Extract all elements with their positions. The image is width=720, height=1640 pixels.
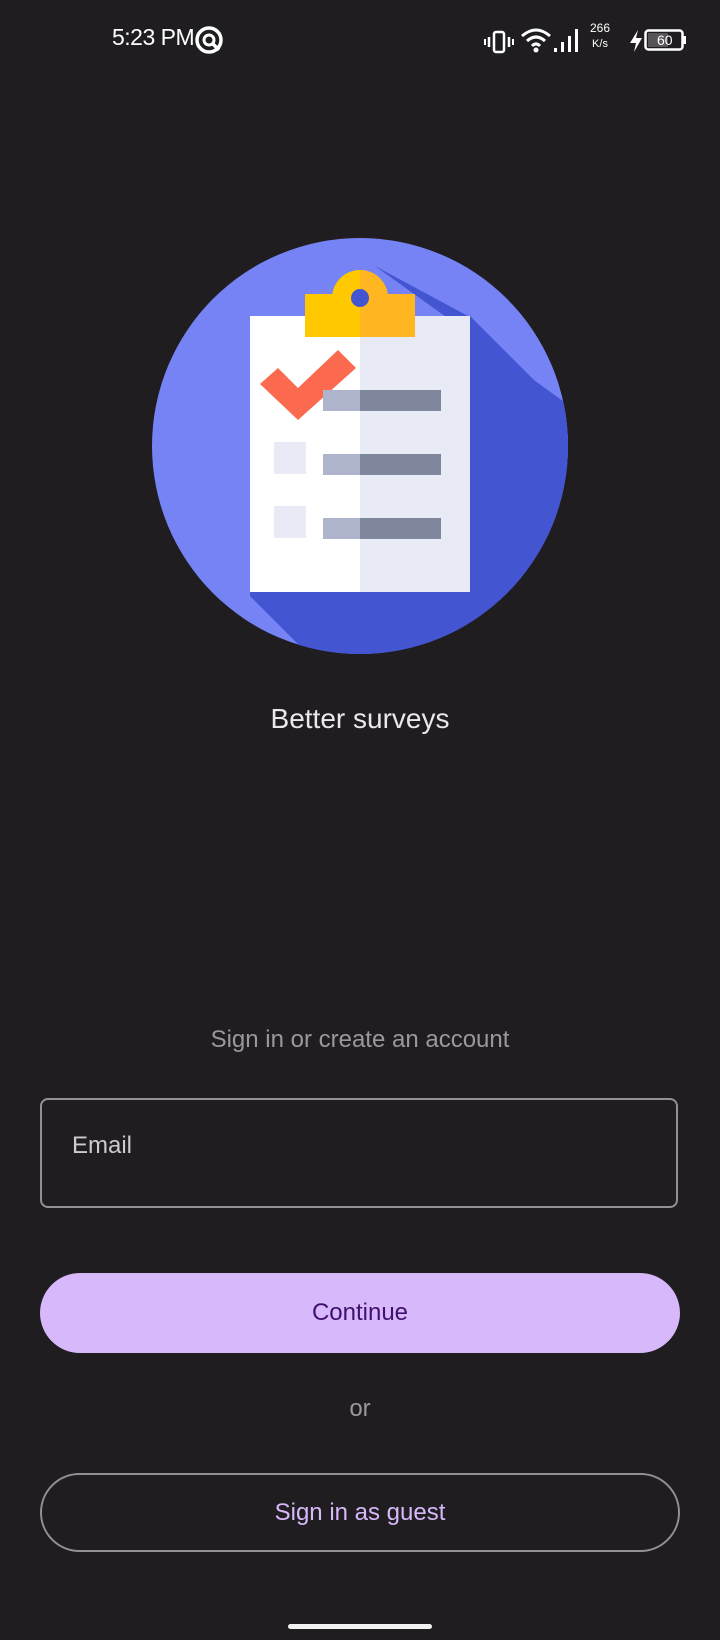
sign-in-prompt: Sign in or create an account — [210, 1026, 510, 1053]
status-bar: 5:23 PM 266 K/s 60 — [0, 0, 720, 80]
sign-in-guest-button[interactable]: Sign in as guest — [40, 1473, 680, 1552]
email-placeholder: Email — [72, 1132, 133, 1159]
net-speed-unit: K/s — [592, 38, 608, 50]
home-indicator[interactable] — [288, 1624, 432, 1629]
email-field[interactable]: Email — [40, 1098, 678, 1208]
status-time: 5:23 PM — [112, 24, 195, 50]
or-divider: or — [349, 1395, 371, 1422]
status-icons: 266 K/s 60 — [480, 20, 690, 60]
battery-level: 60 — [657, 32, 673, 48]
continue-button[interactable]: Continue — [40, 1273, 680, 1353]
net-speed-value: 266 — [589, 21, 611, 35]
app-notification-icon — [194, 25, 224, 55]
app-tagline: Better surveys — [270, 703, 450, 734]
clipboard-checklist-illustration — [150, 236, 570, 656]
net-speed: 266 K/s — [584, 20, 616, 52]
